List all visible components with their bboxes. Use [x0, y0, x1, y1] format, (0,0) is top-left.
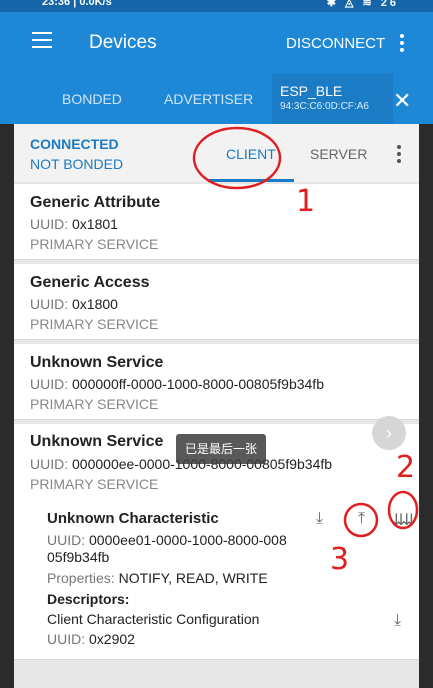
write-circle-annotation — [343, 502, 379, 538]
client-circle-annotation — [192, 126, 282, 190]
red-annotations — [192, 126, 419, 538]
annotation-1: 1 — [296, 184, 316, 219]
annotation-2: 2 — [396, 450, 416, 485]
phone-screen: 23:36 | 0.0K/s ✱ ◬ ≋ 26 Devices DISCONNE… — [0, 0, 433, 688]
notify-circle-annotation — [387, 490, 419, 530]
annotation-3: 3 — [330, 542, 350, 577]
